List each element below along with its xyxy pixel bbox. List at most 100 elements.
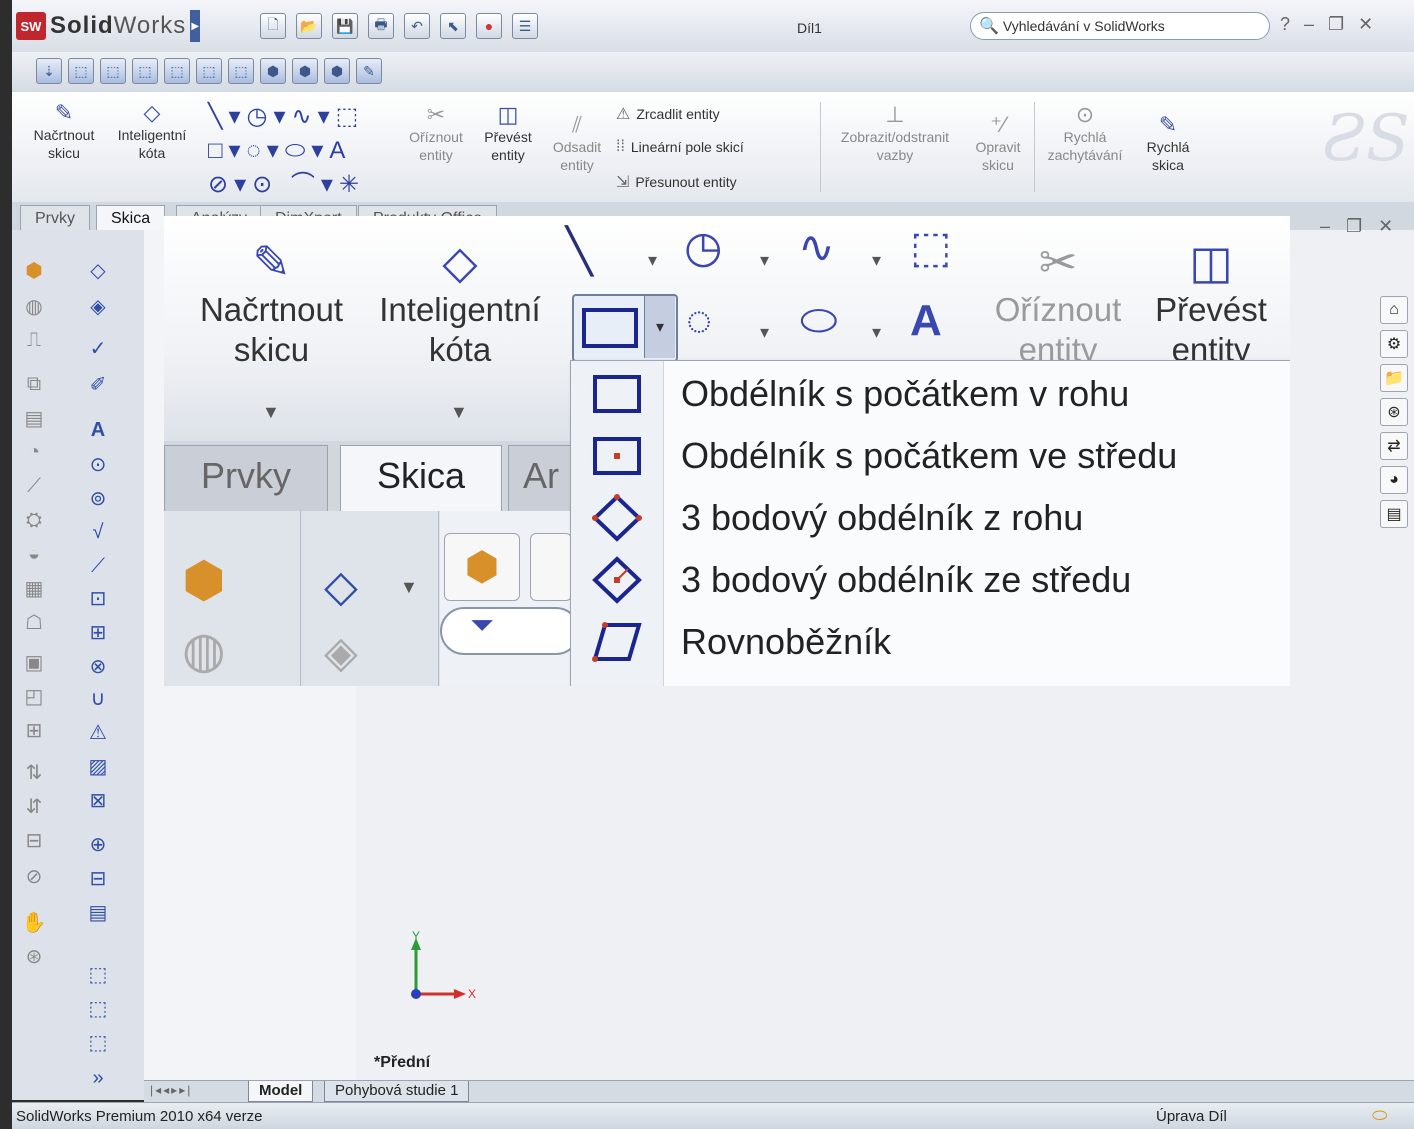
- zoom-spline-dropdown-icon[interactable]: ▾: [872, 250, 881, 271]
- wrap-icon[interactable]: ⇵: [20, 794, 48, 818]
- loft-icon[interactable]: ⧉: [20, 372, 48, 396]
- custom-properties-icon[interactable]: ▤: [1380, 500, 1408, 528]
- reference-geometry-icon[interactable]: ✋: [20, 910, 48, 934]
- trim-entities-button[interactable]: ✂ Oříznout entity: [404, 102, 468, 164]
- revolve-cut-icon[interactable]: ◔: [20, 440, 48, 464]
- close-icon[interactable]: ✕: [1358, 14, 1373, 35]
- extrude-cut-icon[interactable]: ▤: [20, 406, 48, 430]
- rect-arc-ellipse-row[interactable]: □▾◌▾⬭▾A: [208, 134, 365, 168]
- lofted-cut-icon[interactable]: ⛭: [20, 508, 48, 532]
- convert-entities-button[interactable]: ◫ Převést entity: [476, 102, 540, 164]
- balloon-icon[interactable]: ⊙: [84, 452, 112, 476]
- design-library-icon[interactable]: 📁: [1380, 364, 1408, 392]
- top-view-icon[interactable]: ⬚: [132, 58, 158, 84]
- resources-icon[interactable]: ⚙: [1380, 330, 1408, 358]
- note-icon[interactable]: A: [84, 418, 112, 442]
- zoom-rectangle-button[interactable]: ▾: [572, 294, 678, 362]
- new-document-icon[interactable]: 🗋: [260, 13, 286, 39]
- zoom-ellipse-dropdown-icon[interactable]: ▾: [872, 322, 881, 343]
- menu-item-parallelogram[interactable]: Rovnoběžník: [571, 611, 1290, 673]
- zoom-arc-dropdown-icon[interactable]: ▾: [760, 322, 769, 343]
- zoom-property-tab[interactable]: [530, 533, 572, 601]
- tab-model[interactable]: Model: [248, 1081, 314, 1102]
- select-icon[interactable]: ⬉: [440, 13, 466, 39]
- normal-to-icon[interactable]: ⇣: [36, 58, 62, 84]
- app-logo[interactable]: SW SolidWorks ▶: [16, 10, 201, 42]
- zoom-sketch-dropdown-icon[interactable]: ▼: [262, 402, 280, 423]
- options-icon[interactable]: ☰: [512, 13, 538, 39]
- zoom-dimension-side-icon[interactable]: ◇: [324, 561, 358, 612]
- repair-sketch-button[interactable]: ⁺⁄ Opravit skicu: [968, 112, 1028, 174]
- zoom-convert-button[interactable]: ◫ Převést entity: [1146, 234, 1276, 370]
- display-relations-button[interactable]: ⊥ Zobrazit/odstranit vazby: [830, 102, 960, 164]
- zoom-dimension-side-dropdown-icon[interactable]: ▼: [400, 577, 418, 598]
- help-icon[interactable]: ?: [1280, 14, 1290, 35]
- view-orientation-icon[interactable]: ⬚: [84, 996, 112, 1020]
- hole-icon[interactable]: ⊞: [20, 718, 48, 742]
- tab-features[interactable]: Prvky: [20, 205, 90, 231]
- line-circle-spline-row[interactable]: ╲▾◷▾∿▾⬚: [208, 100, 365, 134]
- mirror-feature-icon[interactable]: ⊟: [20, 828, 48, 852]
- zoom-relation-icon[interactable]: ◈: [324, 627, 358, 678]
- shell-icon[interactable]: ▣: [20, 650, 48, 674]
- restore-icon[interactable]: ❐: [1328, 14, 1344, 35]
- surface-finish-icon[interactable]: √: [84, 520, 112, 544]
- sketch-tool-icon[interactable]: ✎: [356, 58, 382, 84]
- area-hatch-icon[interactable]: ▨: [84, 754, 112, 778]
- search-results-icon[interactable]: ⇄: [1380, 432, 1408, 460]
- zoom-ellipse-icon[interactable]: ⬭: [800, 296, 838, 346]
- menu-item-center-rectangle[interactable]: Obdélník s počátkem ve středu: [571, 425, 1290, 487]
- move-entities-button[interactable]: ⇲ Přesunout entity: [616, 172, 737, 192]
- rebuild-status-icon[interactable]: ⬭: [1372, 1105, 1387, 1126]
- tab-sketch[interactable]: Skica: [96, 205, 166, 231]
- weld-symbol-icon[interactable]: ⟋: [84, 554, 112, 578]
- zoom-circle-dropdown-icon[interactable]: ▾: [760, 250, 769, 271]
- smart-dimension-side-icon[interactable]: ◇: [84, 258, 112, 282]
- zoom-filter-icon[interactable]: ⏷: [440, 607, 580, 655]
- search-box[interactable]: 🔍 Vyhledávání v SolidWorks: [970, 12, 1270, 40]
- doc-close-icon[interactable]: ✕: [1378, 216, 1393, 237]
- zoom-extrude-icon[interactable]: ⬢: [182, 551, 226, 609]
- zoom-rectangle-dropdown-icon[interactable]: ▾: [644, 296, 675, 358]
- standard-views-icon[interactable]: ⬚: [84, 962, 112, 986]
- zoom-text-icon[interactable]: A: [910, 296, 942, 346]
- zoom-circle-icon[interactable]: ◷: [684, 222, 722, 273]
- slot-point-fillet-row[interactable]: ⊘▾⊙ ⌒▾✳: [208, 168, 365, 202]
- centermark-icon[interactable]: ⊕: [84, 832, 112, 856]
- doc-restore-icon[interactable]: ❐: [1346, 216, 1362, 237]
- rebuild-icon[interactable]: ●: [476, 13, 502, 39]
- tab-scroll-arrows-icon[interactable]: |◂◂▸▸|: [150, 1083, 192, 1097]
- instant3d-icon[interactable]: ⊛: [20, 944, 48, 968]
- sweep-icon[interactable]: ⎍: [20, 328, 48, 352]
- zoom-line-dropdown-icon[interactable]: ▾: [648, 250, 657, 271]
- blocks-icon[interactable]: ⚠: [84, 720, 112, 744]
- centerline-icon[interactable]: ⊟: [84, 866, 112, 890]
- auto-balloon-icon[interactable]: ⊚: [84, 486, 112, 510]
- right-view-icon[interactable]: ⬚: [164, 58, 190, 84]
- view-layout-icon[interactable]: ⬚: [84, 1030, 112, 1054]
- tab-motion-study[interactable]: Pohybová studie 1: [324, 1081, 470, 1102]
- zoom-feature-tree-icon[interactable]: ⬢: [444, 533, 520, 601]
- datum-feature-icon[interactable]: ⊗: [84, 654, 112, 678]
- zoom-revolve-icon[interactable]: ◍: [182, 621, 226, 679]
- offset-entities-button[interactable]: ⫽ Odsadit entity: [546, 112, 608, 174]
- search-input[interactable]: Vyhledávání v SolidWorks: [1003, 18, 1165, 34]
- zoom-dimension-dropdown-icon[interactable]: ▼: [450, 402, 468, 423]
- zoom-sketch-button[interactable]: ✎ Načrtnout skicu: [184, 234, 359, 370]
- datum-target-icon[interactable]: ∪: [84, 686, 112, 710]
- rib-icon[interactable]: ☖: [20, 610, 48, 634]
- view-cube-icon[interactable]: ⬚: [68, 58, 94, 84]
- zoom-smart-dimension-button[interactable]: ◇ Inteligentní kóta: [370, 234, 550, 370]
- shaded-icon[interactable]: ⬢: [260, 58, 286, 84]
- extrude-boss-icon[interactable]: ⬢: [20, 258, 48, 282]
- minimize-icon[interactable]: –: [1304, 14, 1314, 35]
- curve-icon[interactable]: ⊘: [20, 864, 48, 888]
- quick-snaps-button[interactable]: ⊙ Rychlá zachytávání: [1040, 102, 1130, 164]
- rapid-sketch-button[interactable]: ✎ Rychlá skica: [1136, 112, 1200, 174]
- revolve-icon[interactable]: ◍: [20, 294, 48, 318]
- zoom-tab-features[interactable]: Prvky: [164, 445, 328, 512]
- table-icon[interactable]: ▤: [84, 900, 112, 924]
- annotation-table-icon[interactable]: ⊠: [84, 788, 112, 812]
- front-view-icon[interactable]: ⬚: [100, 58, 126, 84]
- file-explorer-icon[interactable]: ⊛: [1380, 398, 1408, 426]
